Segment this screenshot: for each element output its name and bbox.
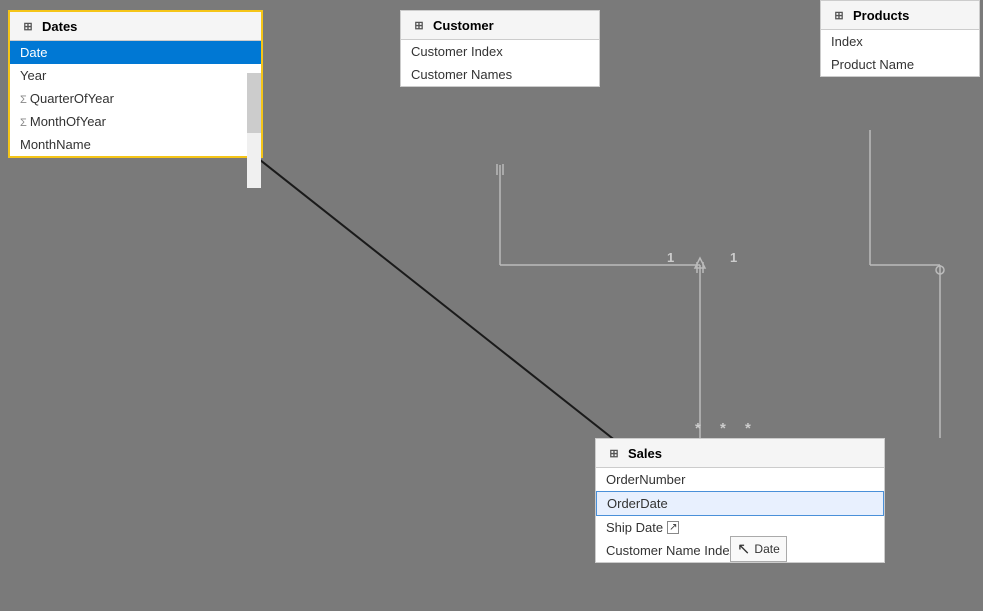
products-title: Products — [853, 8, 909, 23]
customer-header: ⊞ Customer — [401, 11, 599, 40]
svg-text:1: 1 — [730, 250, 737, 265]
customer-table: ⊞ Customer Customer Index Customer Names — [400, 10, 600, 87]
table-grid-icon: ⊞ — [831, 7, 847, 23]
sales-title: Sales — [628, 446, 662, 461]
sales-row-orderdate[interactable]: OrderDate — [596, 491, 884, 516]
products-row-productname[interactable]: Product Name — [821, 53, 979, 76]
dates-title: Dates — [42, 19, 77, 34]
sales-row-ordernumber[interactable]: OrderNumber — [596, 468, 884, 491]
products-table: ⊞ Products Index Product Name — [820, 0, 980, 77]
dates-row-year[interactable]: Year — [10, 64, 261, 87]
svg-text:*: * — [695, 420, 701, 437]
scrollbar[interactable] — [247, 73, 261, 188]
sales-table: ⊞ Sales OrderNumber OrderDate Ship Date … — [595, 438, 885, 563]
svg-text:*: * — [720, 420, 726, 437]
dates-header: ⊞ Dates — [10, 12, 261, 41]
dates-table: ⊞ Dates Date Year Σ QuarterOfYear Σ Mont… — [8, 10, 263, 158]
sales-row-shipdate[interactable]: Ship Date ↗ — [596, 516, 884, 539]
customer-title: Customer — [433, 18, 494, 33]
svg-text:1: 1 — [667, 250, 674, 265]
sales-row-customernameindex[interactable]: Customer Name Index — [596, 539, 884, 562]
external-link-icon: ↗ — [667, 521, 679, 534]
table-grid-icon: ⊞ — [20, 18, 36, 34]
scroll-thumb[interactable] — [247, 73, 261, 133]
products-header: ⊞ Products — [821, 1, 979, 30]
svg-text:*: * — [745, 420, 751, 437]
orderdate-label: OrderDate — [607, 496, 668, 511]
table-grid-icon: ⊞ — [411, 17, 427, 33]
shipdate-label: Ship Date — [606, 520, 663, 535]
dates-row-quarterofyear[interactable]: Σ QuarterOfYear — [10, 87, 261, 110]
sales-header: ⊞ Sales — [596, 439, 884, 468]
dates-row-monthname[interactable]: MonthName — [10, 133, 261, 156]
customer-row-index[interactable]: Customer Index — [401, 40, 599, 63]
customer-row-names[interactable]: Customer Names — [401, 63, 599, 86]
products-row-index[interactable]: Index — [821, 30, 979, 53]
table-grid-icon: ⊞ — [606, 445, 622, 461]
dates-row-date[interactable]: Date — [10, 41, 261, 64]
dates-row-monthofyear[interactable]: Σ MonthOfYear — [10, 110, 261, 133]
